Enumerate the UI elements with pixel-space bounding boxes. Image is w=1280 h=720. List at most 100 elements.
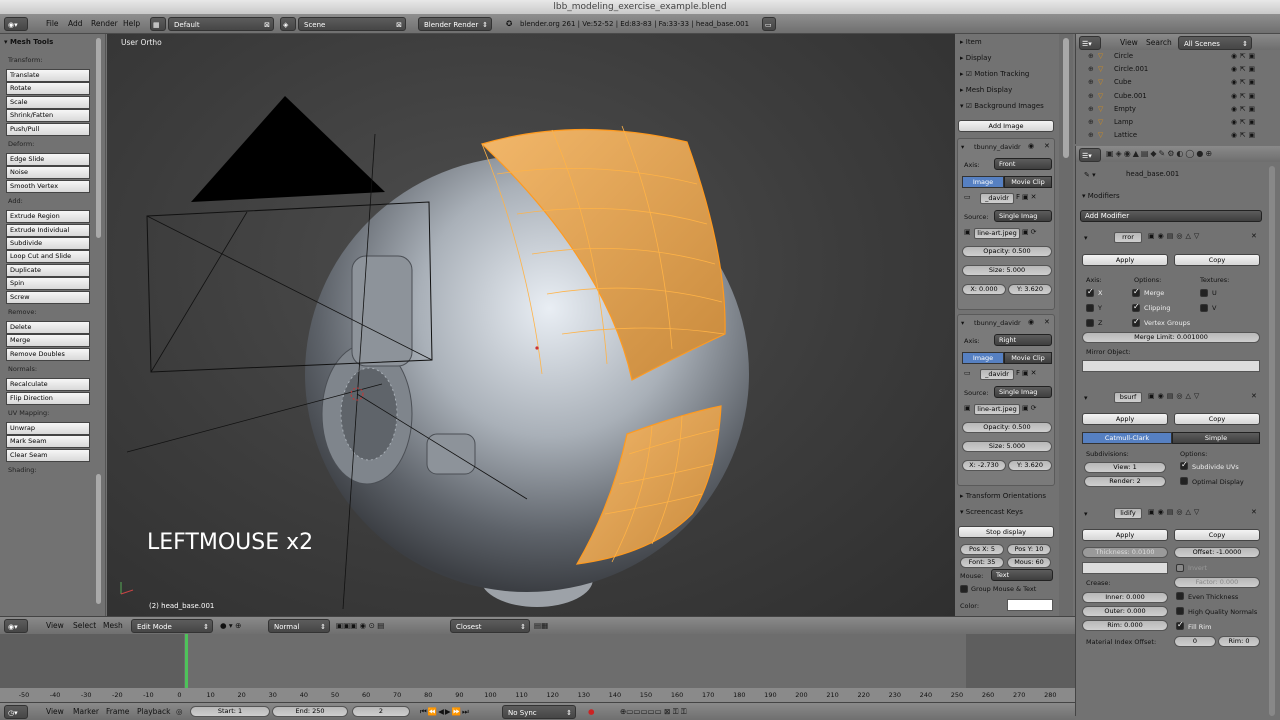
image-datablock-field[interactable]: _davidr (980, 193, 1014, 204)
collapse-icon[interactable]: ▾ (961, 319, 964, 327)
axis-z-checkbox[interactable] (1086, 319, 1094, 327)
preview-range-icon[interactable]: ◎ (176, 706, 183, 718)
tool-button-screw[interactable]: Screw (6, 290, 90, 304)
frame-ruler[interactable]: -50 -40 -30 -20 -10 0 10 20 30 40 50 60 70 80 90 100 110… (0, 688, 1075, 702)
tool-button-remove-doubles[interactable]: Remove Doubles (6, 347, 90, 361)
optimal-display-checkbox[interactable] (1180, 477, 1188, 485)
tool-button-clear-seam[interactable]: Clear Seam (6, 448, 90, 462)
vertex-group-field[interactable] (1082, 562, 1168, 574)
outliner-row[interactable]: ⊕ ▽ Circle ◉⇱▣ (1076, 52, 1280, 64)
expand-icon[interactable]: ⊕ (1088, 105, 1094, 113)
apply-button[interactable]: Apply (1082, 254, 1168, 266)
mirror-object-field[interactable] (1082, 360, 1260, 372)
image-source-tab[interactable]: Image (962, 352, 1004, 364)
offset-field[interactable]: Offset: -1.0000 (1174, 547, 1260, 558)
scene-icon[interactable]: ◈ (280, 17, 296, 31)
offset-y-field[interactable]: Y: 3.620 (1008, 284, 1052, 295)
menu-add[interactable]: Add (68, 18, 83, 30)
mode-select[interactable]: Edit Mode ⇕ (131, 619, 213, 633)
tool-button-extrude-region[interactable]: Extrude Region (6, 210, 90, 224)
texture-v-checkbox[interactable] (1200, 304, 1208, 312)
font-size-field[interactable]: Font: 35 (960, 557, 1004, 568)
panel-scrollbar[interactable] (1059, 34, 1073, 616)
fill-rim-checkbox[interactable] (1176, 620, 1184, 630)
mouse-size-field[interactable]: Mous: 60 (1007, 557, 1051, 568)
outliner-row[interactable]: ⊕ ▽ Empty ◉⇱▣ (1076, 105, 1280, 117)
expand-icon[interactable]: ⊕ (1088, 65, 1094, 73)
modifier-visibility-icon[interactable]: ▣◉▤◎△▽ (1148, 232, 1202, 240)
collapse-icon[interactable]: ▾ (1084, 510, 1088, 518)
factor-field[interactable]: Factor: 0.000 (1174, 577, 1260, 588)
editor-type-icon[interactable]: ☰▾ (1079, 36, 1101, 50)
group-mouse-checkbox[interactable] (960, 585, 968, 593)
axis-select[interactable]: Front (994, 158, 1052, 170)
copy-button[interactable]: Copy (1174, 529, 1260, 541)
expand-icon[interactable]: ⊕ (1088, 118, 1094, 126)
tool-button-shrink-fatten[interactable]: Shrink/Fatten (6, 109, 90, 123)
image-browse-icon[interactable]: ▭ (964, 193, 971, 201)
editor-type-icon[interactable]: ◉▾ (4, 17, 28, 31)
axis-y-checkbox[interactable] (1086, 304, 1094, 312)
thickness-field[interactable]: Thickness: 0.0100 (1082, 547, 1168, 558)
modifier-visibility-icon[interactable]: ▣◉▤◎△▽ (1148, 392, 1202, 400)
copy-button[interactable]: Copy (1174, 413, 1260, 425)
tool-button-scale[interactable]: Scale (6, 95, 90, 109)
menu-help[interactable]: Help (123, 18, 140, 30)
close-icon[interactable]: ✕ (1044, 142, 1050, 150)
restrict-toggle-icon[interactable]: ◉⇱▣ (1231, 105, 1258, 113)
folder-icon[interactable]: ▣⟳ (1022, 228, 1038, 236)
stop-display-button[interactable]: Stop display (958, 526, 1054, 538)
scrollbar[interactable] (96, 474, 101, 604)
image-actions-icon[interactable]: F▣✕ (1016, 193, 1039, 201)
panel-display[interactable]: ▸ Display (960, 54, 992, 62)
apply-button[interactable]: Apply (1082, 413, 1168, 425)
tool-button-mark-seam[interactable]: Mark Seam (6, 435, 90, 449)
transform-orientation-select[interactable]: Normal ⇕ (268, 619, 330, 633)
menu-view[interactable]: View (46, 620, 64, 632)
image-datablock-field[interactable]: _davidr (980, 369, 1014, 380)
proportional-icon[interactable]: ▤▦ (534, 620, 548, 632)
apply-button[interactable]: Apply (1082, 529, 1168, 541)
menu-mesh[interactable]: Mesh (103, 620, 123, 632)
merge-checkbox[interactable] (1132, 287, 1140, 297)
start-frame-field[interactable]: Start: 1 (190, 706, 270, 717)
pos-x-field[interactable]: Pos X: 5 (960, 544, 1004, 555)
modifier-name-field[interactable]: lidify (1114, 508, 1142, 519)
outliner-row[interactable]: ⊕ ▽ Circle.001 ◉⇱▣ (1076, 65, 1280, 77)
menu-file[interactable]: File (46, 18, 59, 30)
shading-icon[interactable]: ● ▾ ⊕ (220, 620, 241, 632)
material-offset-field[interactable]: 0 (1174, 636, 1216, 647)
menu-marker[interactable]: Marker (73, 706, 99, 718)
tool-button-rotate[interactable]: Rotate (6, 82, 90, 96)
panel-background-images[interactable]: ▾ ☑ Background Images (960, 102, 1044, 110)
high-quality-normals-checkbox[interactable] (1176, 607, 1184, 615)
close-icon[interactable]: ⊠ (396, 18, 402, 30)
context-tabs-icon[interactable]: ▣◈◉▲▤◆✎⚙◐◯●⊕ (1106, 149, 1214, 158)
modifier-name-field[interactable]: rror (1114, 232, 1142, 243)
end-frame-field[interactable]: End: 250 (272, 706, 348, 717)
image-actions-icon[interactable]: F▣✕ (1016, 369, 1039, 377)
collapse-icon[interactable]: ▾ (1084, 394, 1088, 402)
folder-icon[interactable]: ▣⟳ (1022, 404, 1038, 412)
layout-select[interactable]: Default ⊠ (168, 17, 274, 31)
scrollbar[interactable] (96, 38, 101, 238)
invert-checkbox[interactable] (1176, 564, 1184, 572)
restrict-toggle-icon[interactable]: ◉⇱▣ (1231, 78, 1258, 86)
panel-screencast-keys[interactable]: ▾ Screencast Keys (960, 508, 1023, 516)
catmull-clark-option[interactable]: Catmull-Clark (1082, 432, 1172, 444)
source-select[interactable]: Single Imag (994, 210, 1052, 222)
subdivide-uvs-checkbox[interactable] (1180, 460, 1188, 470)
size-field[interactable]: Size: 5.000 (962, 265, 1052, 276)
outliner-view-menu[interactable]: View (1120, 37, 1138, 49)
snap-target-select[interactable]: Closest ⇕ (450, 619, 530, 633)
axis-x-checkbox[interactable] (1086, 287, 1094, 297)
modifier-visibility-icon[interactable]: ▣◉▤◎△▽ (1148, 508, 1202, 516)
panel-motion-tracking[interactable]: ▸ ☑ Motion Tracking (960, 70, 1029, 78)
tool-button-merge[interactable]: Merge (6, 334, 90, 348)
collapse-icon[interactable]: ▾ (961, 143, 964, 151)
simple-option[interactable]: Simple (1172, 432, 1260, 444)
collapse-icon[interactable]: ▾ (1084, 234, 1088, 242)
copy-button[interactable]: Copy (1174, 254, 1260, 266)
eye-icon[interactable]: ◉ (1028, 142, 1034, 150)
add-image-button[interactable]: Add Image (958, 120, 1054, 132)
